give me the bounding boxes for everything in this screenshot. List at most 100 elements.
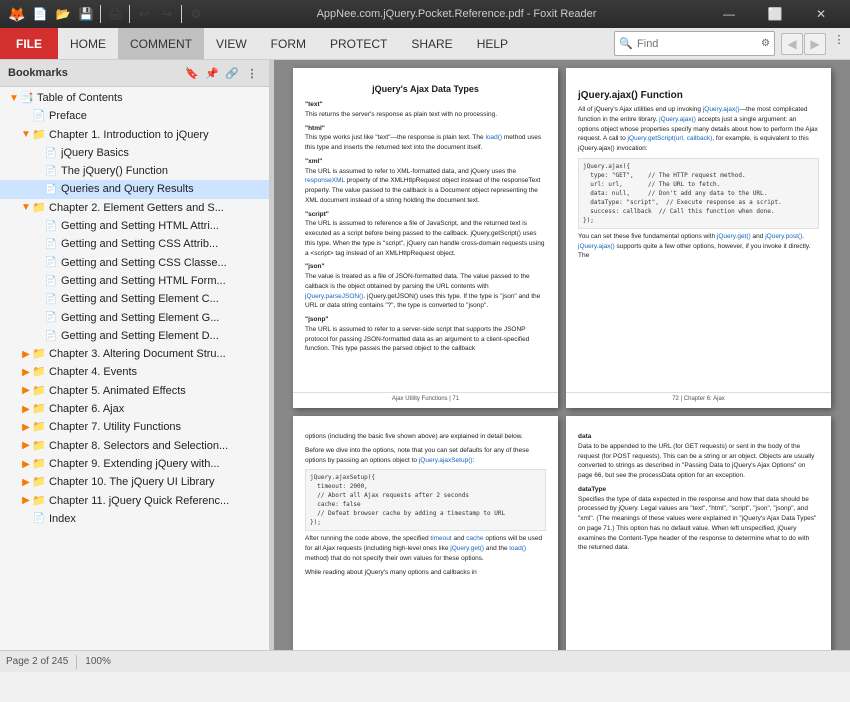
bookmark-ch8[interactable]: ▶ 📁 Chapter 8. Selectors and Selection..… bbox=[0, 437, 269, 455]
page-71-title: jQuery's Ajax Data Types bbox=[305, 84, 546, 94]
comment-menu[interactable]: COMMENT bbox=[118, 28, 204, 59]
minimize-button[interactable]: — bbox=[706, 0, 752, 28]
bookmark-css-class[interactable]: ▶ 📄 Getting and Setting CSS Classe... bbox=[0, 254, 269, 272]
toc-expand-icon[interactable]: ▼ bbox=[8, 92, 20, 104]
bookmark-element-c[interactable]: ▶ 📄 Getting and Setting Element C... bbox=[0, 290, 269, 308]
ch1-expand-icon[interactable]: ▼ bbox=[20, 129, 32, 141]
element-d-icon: 📄 bbox=[44, 329, 58, 343]
file-menu[interactable]: FILE bbox=[0, 28, 58, 59]
bookmark-ch1[interactable]: ▼ 📁 Chapter 1. Introduction to jQuery bbox=[0, 126, 269, 144]
bookmark-jquery-fn[interactable]: ▶ 📄 The jQuery() Function bbox=[0, 162, 269, 180]
ch6-label: Chapter 6. Ajax bbox=[49, 402, 265, 416]
bookmark-ch6[interactable]: ▶ 📁 Chapter 6. Ajax bbox=[0, 400, 269, 418]
page-bl-code: jQuery.ajaxSetup({ timeout: 2000, // Abo… bbox=[305, 469, 546, 531]
undo-icon[interactable]: ↩ bbox=[133, 3, 155, 25]
q-label: Queries and Query Results bbox=[61, 182, 265, 196]
css-class-icon: 📄 bbox=[44, 256, 58, 270]
ch1-icon: 📁 bbox=[32, 128, 46, 142]
ch4-icon: 📁 bbox=[32, 366, 46, 380]
settings-icon[interactable]: ⚙ bbox=[185, 3, 207, 25]
bookmarks-header: Bookmarks 🔖 📌 🔗 ⋮ bbox=[0, 60, 269, 87]
back-button[interactable]: ◀ bbox=[781, 33, 803, 55]
bookmark-css-attr[interactable]: ▶ 📄 Getting and Setting CSS Attrib... bbox=[0, 235, 269, 253]
ch9-expand-icon[interactable]: ▶ bbox=[20, 458, 32, 470]
home-menu[interactable]: HOME bbox=[58, 28, 118, 59]
new-icon[interactable]: 📄 bbox=[29, 3, 51, 25]
bookmark-ch5[interactable]: ▶ 📁 Chapter 5. Animated Effects bbox=[0, 382, 269, 400]
maximize-button[interactable]: ⬜ bbox=[752, 0, 798, 28]
index-icon: 📄 bbox=[32, 512, 46, 526]
view-menu[interactable]: VIEW bbox=[204, 28, 259, 59]
ch2-expand-icon[interactable]: ▼ bbox=[20, 202, 32, 214]
bookmark-queries[interactable]: ▶ 📄 Queries and Query Results bbox=[0, 180, 269, 198]
protect-menu[interactable]: PROTECT bbox=[318, 28, 399, 59]
bookmark-ch2[interactable]: ▼ 📁 Chapter 2. Element Getters and S... bbox=[0, 199, 269, 217]
bookmark-ch7[interactable]: ▶ 📁 Chapter 7. Utility Functions bbox=[0, 418, 269, 436]
search-settings-icon[interactable]: ⚙ bbox=[761, 38, 770, 49]
bookmark-icon-1[interactable]: 🔖 bbox=[183, 64, 201, 82]
bookmark-icon-3[interactable]: 🔗 bbox=[223, 64, 241, 82]
resize-handle[interactable] bbox=[270, 60, 274, 650]
close-button[interactable]: ✕ bbox=[798, 0, 844, 28]
search-input[interactable] bbox=[637, 38, 757, 50]
ch5-expand-icon[interactable]: ▶ bbox=[20, 385, 32, 397]
element-c-label: Getting and Setting Element C... bbox=[61, 292, 265, 306]
bookmark-element-d[interactable]: ▶ 📄 Getting and Setting Element D... bbox=[0, 327, 269, 345]
bookmark-html-form[interactable]: ▶ 📄 Getting and Setting HTML Form... bbox=[0, 272, 269, 290]
ch8-expand-icon[interactable]: ▶ bbox=[20, 440, 32, 452]
nav-buttons: ◀ ▶ bbox=[781, 28, 826, 59]
ch4-expand-icon[interactable]: ▶ bbox=[20, 367, 32, 379]
ch7-expand-icon[interactable]: ▶ bbox=[20, 421, 32, 433]
ch10-expand-icon[interactable]: ▶ bbox=[20, 476, 32, 488]
content-area[interactable]: jQuery's Ajax Data Types "text"This retu… bbox=[274, 60, 850, 650]
bookmark-ch4[interactable]: ▶ 📁 Chapter 4. Events bbox=[0, 363, 269, 381]
ch9-label: Chapter 9. Extending jQuery with... bbox=[49, 457, 265, 471]
bookmark-icon-4[interactable]: ⋮ bbox=[243, 64, 261, 82]
bookmark-html-attr[interactable]: ▶ 📄 Getting and Setting HTML Attri... bbox=[0, 217, 269, 235]
status-bar: Page 2 of 245 100% bbox=[0, 650, 850, 672]
page-72-text2: You can set these five fundamental optio… bbox=[578, 232, 819, 261]
bookmark-jquery-basics[interactable]: ▶ 📄 jQuery Basics bbox=[0, 144, 269, 162]
page-72-section-title: jQuery.ajax() Function bbox=[578, 90, 819, 101]
page-72-text: All of jQuery's Ajax utilities end up in… bbox=[578, 105, 819, 154]
term-text: "text" bbox=[305, 101, 323, 108]
app-icon: 🦊 bbox=[6, 3, 28, 25]
redo-icon[interactable]: ↪ bbox=[156, 3, 178, 25]
share-menu[interactable]: SHARE bbox=[399, 28, 464, 59]
q-icon: 📄 bbox=[44, 183, 58, 197]
form-menu[interactable]: FORM bbox=[259, 28, 318, 59]
forward-button[interactable]: ▶ bbox=[804, 33, 826, 55]
bookmarks-header-icons: 🔖 📌 🔗 ⋮ bbox=[183, 64, 261, 82]
jb-label: jQuery Basics bbox=[61, 146, 265, 160]
page-71-footer: Ajax Utility Functions | 71 bbox=[293, 392, 558, 402]
title-bar: 🦊 📄 📂 💾 🖨 ↩ ↪ ⚙ AppNee.com.jQuery.Pocket… bbox=[0, 0, 850, 28]
page-bottom-right: dataData to be appended to the URL (for … bbox=[566, 416, 831, 650]
bookmark-toc[interactable]: ▼ 📑 Table of Contents bbox=[0, 89, 269, 107]
ch3-expand-icon[interactable]: ▶ bbox=[20, 348, 32, 360]
ch11-expand-icon[interactable]: ▶ bbox=[20, 495, 32, 507]
save-icon[interactable]: 💾 bbox=[75, 3, 97, 25]
page-bl-text: options (including the basic five shown … bbox=[305, 432, 546, 465]
term-data: data bbox=[578, 433, 591, 440]
ch2-label: Chapter 2. Element Getters and S... bbox=[49, 201, 265, 215]
menu-bar: FILE HOME COMMENT VIEW FORM PROTECT SHAR… bbox=[0, 28, 850, 60]
bookmark-element-g[interactable]: ▶ 📄 Getting and Setting Element G... bbox=[0, 309, 269, 327]
bookmark-ch9[interactable]: ▶ 📁 Chapter 9. Extending jQuery with... bbox=[0, 455, 269, 473]
bookmark-icon-2[interactable]: 📌 bbox=[203, 64, 221, 82]
bookmark-ch3[interactable]: ▶ 📁 Chapter 3. Altering Document Stru... bbox=[0, 345, 269, 363]
bookmark-index[interactable]: ▶ 📄 Index bbox=[0, 510, 269, 528]
help-menu[interactable]: HELP bbox=[465, 28, 520, 59]
bookmark-preface[interactable]: ▶ 📄 Preface bbox=[0, 107, 269, 125]
bookmarks-title: Bookmarks bbox=[8, 67, 68, 79]
more-options-icon[interactable]: ⋮ bbox=[828, 28, 850, 50]
open-icon[interactable]: 📂 bbox=[52, 3, 74, 25]
bookmark-ch11[interactable]: ▶ 📁 Chapter 11. jQuery Quick Referenc... bbox=[0, 492, 269, 510]
ch9-icon: 📁 bbox=[32, 457, 46, 471]
ch10-label: Chapter 10. The jQuery UI Library bbox=[49, 475, 265, 489]
title-bar-left-icons: 🦊 📄 📂 💾 🖨 ↩ ↪ ⚙ bbox=[6, 3, 207, 25]
print-icon[interactable]: 🖨 bbox=[104, 3, 126, 25]
bookmark-ch10[interactable]: ▶ 📁 Chapter 10. The jQuery UI Library bbox=[0, 473, 269, 491]
ch11-label: Chapter 11. jQuery Quick Referenc... bbox=[49, 494, 265, 508]
index-label: Index bbox=[49, 512, 265, 526]
ch6-expand-icon[interactable]: ▶ bbox=[20, 403, 32, 415]
